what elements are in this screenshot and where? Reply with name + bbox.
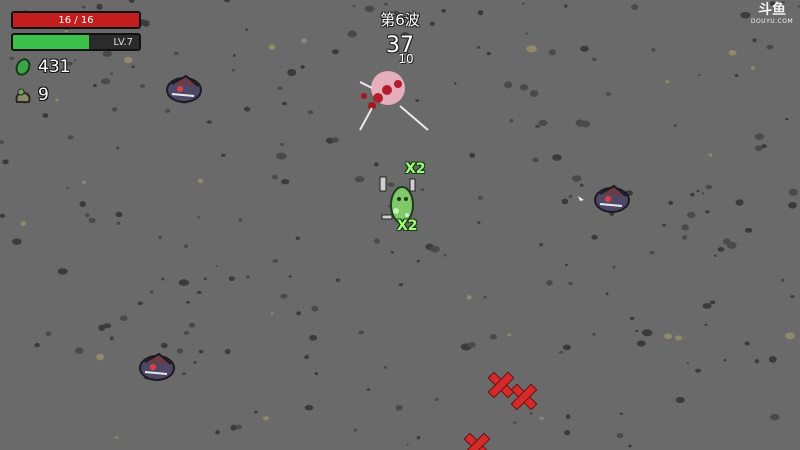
green-material-icon: [15, 58, 31, 76]
materials-counter: 431: [14, 57, 70, 77]
bag-count: 9: [38, 85, 49, 105]
potato-player: [379, 176, 416, 224]
enemy-spawn-marker: [510, 383, 538, 411]
hit-burst-effect: [359, 71, 429, 131]
materials-count: 431: [38, 57, 71, 77]
purple-alien-enemy: [139, 352, 175, 381]
enemy-spawn-marker: [487, 371, 515, 399]
game-viewport[interactable]: 16 / 16 LV.7 431 9 第6波 37 10 X2 X2 斗鱼 DO…: [0, 0, 800, 450]
material-bag-icon: [15, 88, 31, 103]
multiplier-popup: X2: [397, 218, 418, 234]
multiplier-popup: X2: [405, 161, 426, 177]
cursor-icon: [578, 196, 584, 201]
watermark-brand: 斗鱼: [758, 2, 786, 18]
watermark-domain: DOUYU.COM: [750, 18, 794, 25]
damage-number: 10: [398, 52, 414, 66]
purple-alien-enemy: [594, 184, 630, 213]
enemy-spawn-marker: [463, 432, 491, 450]
bag-counter: 9: [14, 85, 49, 105]
wave-label: 第6波: [380, 11, 420, 29]
purple-alien-enemy: [166, 74, 202, 103]
douyu-watermark: 斗鱼 DOUYU.COM: [750, 2, 794, 25]
